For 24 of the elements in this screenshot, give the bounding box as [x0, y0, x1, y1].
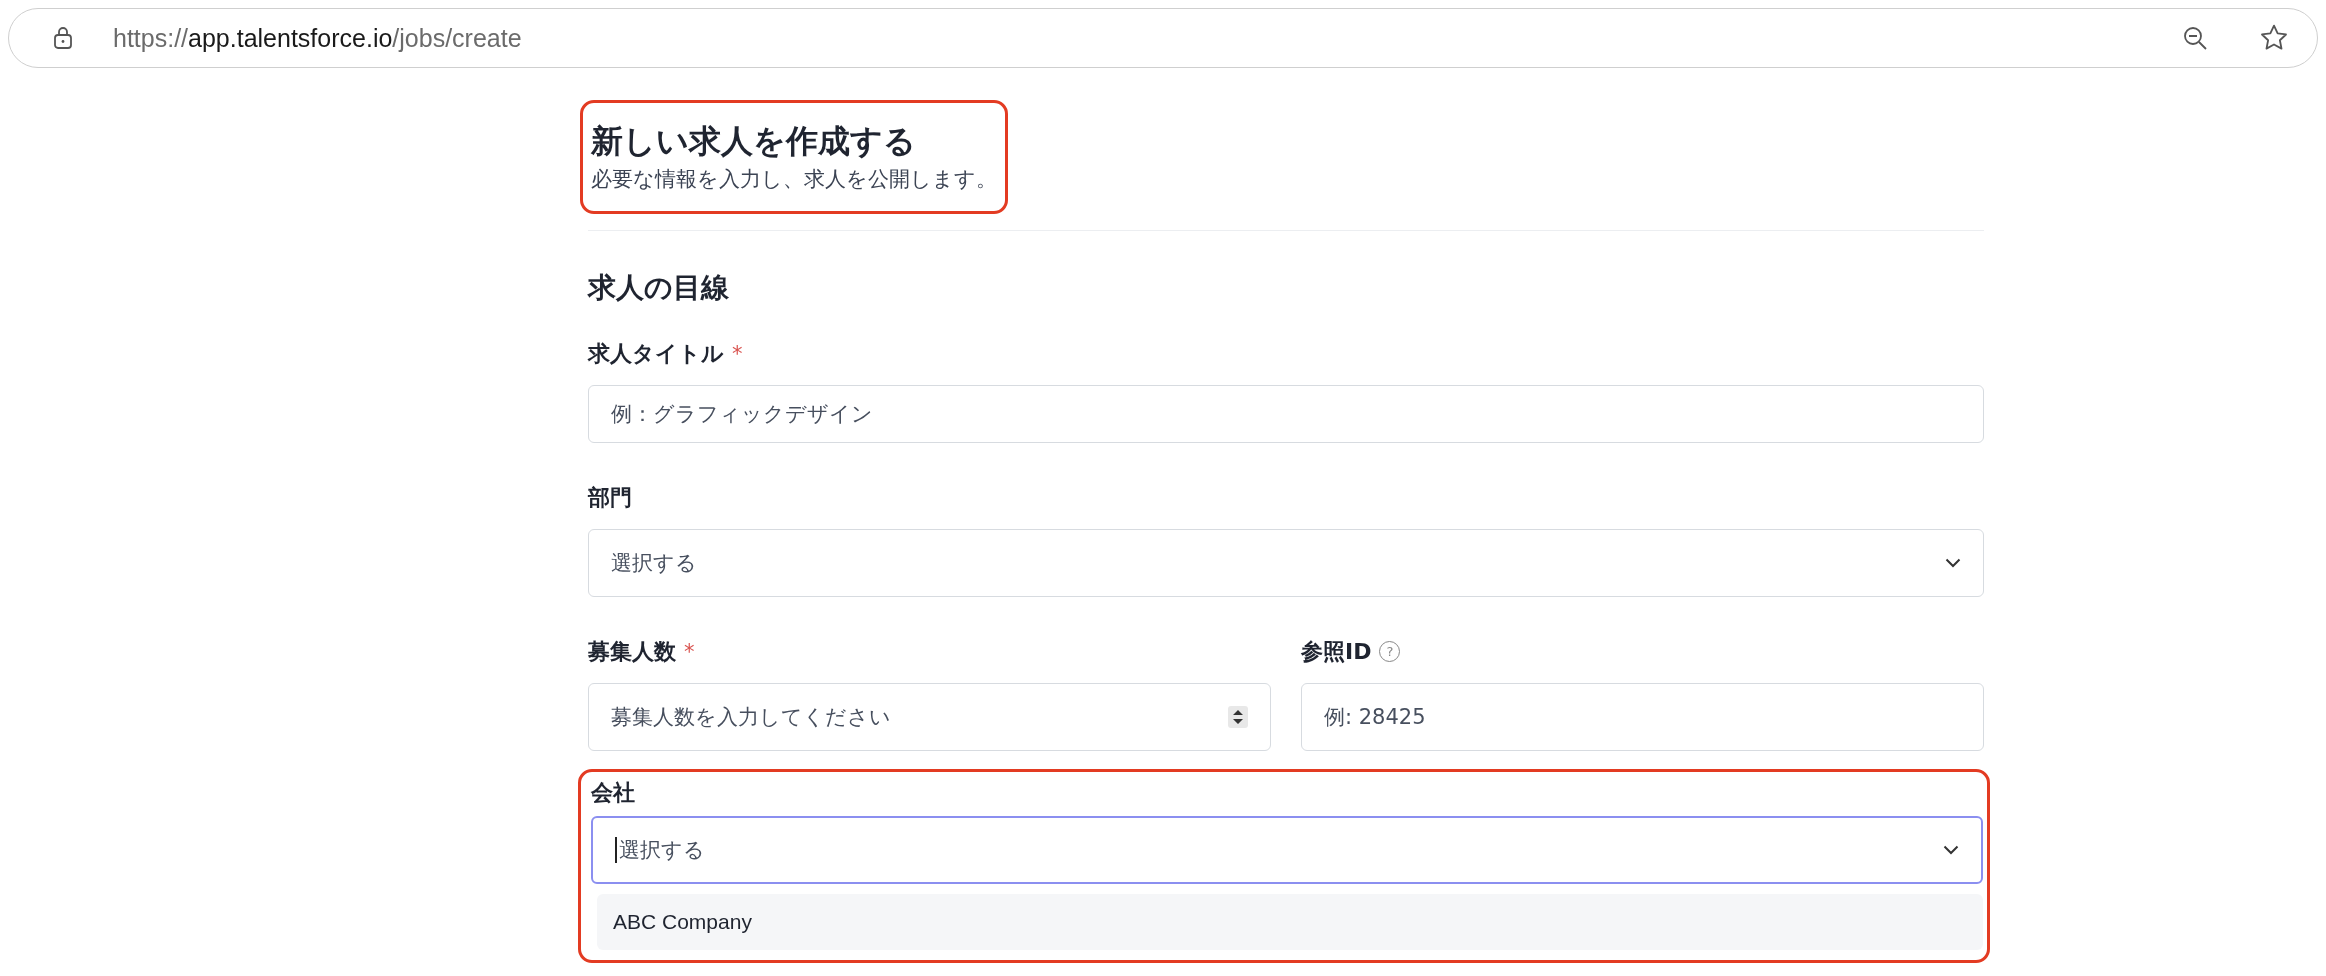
spinner-arrows-icon[interactable]	[1228, 705, 1248, 728]
chevron-down-icon	[1943, 844, 1959, 855]
field-label: 部門	[588, 483, 632, 512]
dropdown-option[interactable]: ABC Company	[597, 893, 1983, 950]
input-field[interactable]: 例：グラフィックデザイン	[588, 384, 1984, 443]
address-bar[interactable]: https://app.talentsforce.io/jobs/create	[8, 8, 2318, 68]
field-label: 会社	[591, 778, 635, 807]
input-field[interactable]: 例: 28425	[1301, 682, 1984, 751]
field-label: 求人タイトル	[588, 339, 724, 368]
select-field[interactable]: 選択する	[591, 815, 1983, 884]
field-label: 参照ID	[1301, 637, 1372, 666]
url-text: https://app.talentsforce.io/jobs/create	[113, 23, 523, 53]
field-label: 募集人数	[588, 637, 676, 666]
lock-icon	[53, 26, 73, 50]
required-asterisk: *	[684, 639, 695, 664]
page-subtitle: 必要な情報を入力し、求人を公開します。	[591, 165, 997, 193]
chevron-down-icon	[1945, 557, 1961, 568]
section-title: 求人の目線	[588, 269, 730, 306]
select-field[interactable]: 選択する	[588, 528, 1984, 597]
required-asterisk: *	[732, 341, 743, 366]
zoom-out-icon[interactable]	[2181, 24, 2209, 52]
page-title: 新しい求人を作成する	[591, 121, 917, 162]
bookmark-star-icon[interactable]	[2259, 23, 2289, 53]
number-input-field[interactable]: 募集人数を入力してください	[588, 682, 1271, 751]
